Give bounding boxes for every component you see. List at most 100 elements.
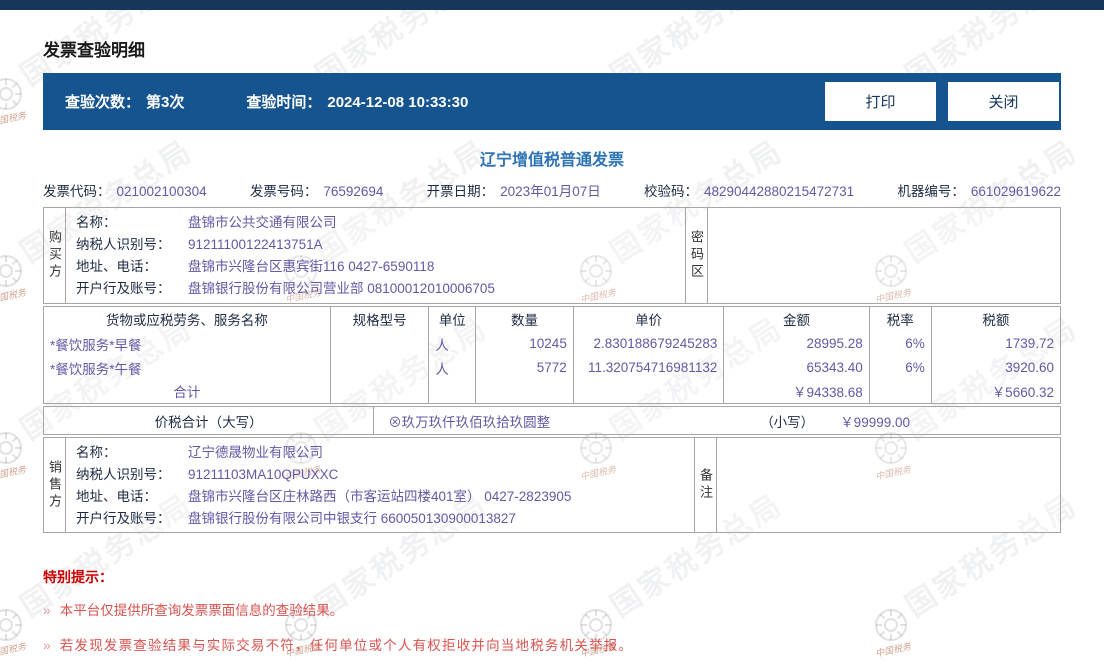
empty-cell: [428, 379, 477, 404]
tax-total-amount: ￥99999.00: [840, 414, 910, 430]
invoice-date: 开票日期： 2023年01月07日: [427, 180, 601, 200]
item-qty: 10245: [475, 331, 574, 356]
col-unit: 单位: [428, 306, 477, 332]
notice-bullet-text: 若发现发票查验结果与实际交易不符，任何单位或个人有权拒收并向当地税务机关举报。: [59, 638, 634, 653]
items-total-row: 合计 ￥94338.68 ￥5660.32: [43, 379, 1062, 404]
buyer-box: 购买方 名称： 盘锦市公共交通有限公司 纳税人识别号： 91211100122413…: [43, 207, 1061, 304]
item-row: *餐饮服务*午餐 人 5772 11.320754716981132 65343…: [43, 355, 1062, 380]
items-total-tax: ￥5660.32: [930, 379, 1062, 404]
seller-info: 名称： 辽宁德晟物业有限公司 纳税人识别号： 91211103MA10QPUXXC …: [66, 438, 695, 532]
seller-name-value: 辽宁德晟物业有限公司: [188, 444, 323, 460]
chevron-bullet-icon: »: [43, 637, 51, 653]
buyer-name-row: 名称： 盘锦市公共交通有限公司: [76, 212, 675, 233]
check-code-label: 校验码：: [643, 184, 698, 199]
items-total-amount: ￥94338.68: [723, 379, 870, 404]
item-price: 11.320754716981132: [572, 355, 725, 380]
item-tax: 3920.60: [930, 355, 1062, 380]
items-header-row: 货物或应税劳务、服务名称 规格型号 单位 数量 单价 金额 税率 税额: [43, 306, 1062, 332]
tax-total-row: 价税合计（大写） ⊗玖万玖仟玖佰玖拾玖圆整 （小写） ￥99999.00: [43, 406, 1061, 435]
seller-bank-row: 开户行及账号： 盘锦银行股份有限公司中银支行 660050130900013827: [76, 508, 684, 529]
item-name: *餐饮服务*午餐: [43, 355, 331, 380]
buyer-name-label: 名称：: [76, 214, 117, 230]
chevron-bullet-icon: »: [43, 602, 51, 618]
invoice-title: 辽宁增值税普通发票: [479, 152, 624, 169]
col-price: 单价: [572, 306, 725, 332]
seller-side-text: 销售方: [47, 459, 62, 511]
seller-address-label: 地址、电话：: [76, 488, 157, 504]
machine-number-label: 机器编号：: [897, 184, 965, 199]
tax-total-uppercase: ⊗玖万玖仟玖佰玖拾玖圆整: [388, 414, 551, 430]
remark-area: [717, 438, 1060, 532]
invoice-date-value: 2023年01月07日: [500, 184, 601, 199]
seller-box: 销售方 名称： 辽宁德晟物业有限公司 纳税人识别号： 91211103MA10QPU…: [43, 437, 1061, 533]
machine-number: 机器编号： 661029619622: [897, 180, 1061, 200]
buyer-taxid-row: 纳税人识别号： 91211100122413751A: [76, 234, 675, 255]
buyer-taxid-value: 91211100122413751A: [188, 236, 323, 252]
check-code-value: 48290442880215472731: [703, 184, 855, 199]
item-amount: 65343.40: [723, 355, 870, 380]
buyer-address-value: 盘锦市兴隆台区惠宾街116 0427-6590118: [188, 259, 435, 275]
seller-name-label: 名称：: [76, 444, 117, 460]
invoice-code-label: 发票代码：: [43, 184, 111, 199]
buyer-side-label: 购买方: [44, 208, 66, 303]
notice-bullet: » 本平台仅提供所查询发票票面信息的查验结果。: [43, 599, 1061, 619]
check-time: 查验时间： 2024-12-08 10:33:30: [246, 91, 468, 112]
notice-bullet: » 若发现发票查验结果与实际交易不符，任何单位或个人有权拒收并向当地税务机关举报…: [43, 634, 1061, 654]
empty-cell: [868, 379, 932, 404]
item-rate: 6%: [868, 355, 932, 380]
item-price: 2.830188679245283: [572, 331, 725, 356]
check-count-value: 第3次: [146, 94, 185, 111]
item-name: *餐饮服务*早餐: [43, 331, 331, 356]
check-time-label: 查验时间：: [246, 94, 322, 111]
check-time-value: 2024-12-08 10:33:30: [327, 94, 469, 111]
invoice-number: 发票号码： 76592694: [250, 180, 384, 200]
seller-bank-value: 盘锦银行股份有限公司中银支行 660050130900013827: [188, 510, 516, 526]
seller-address-row: 地址、电话： 盘锦市兴隆台区庄林路西（市客运站四楼401室） 0427-28239…: [76, 486, 684, 507]
invoice-number-value: 76592694: [323, 184, 384, 199]
check-code: 校验码： 48290442880215472731: [644, 180, 854, 200]
buyer-side-text: 购买方: [47, 230, 62, 281]
empty-cell: [572, 379, 725, 404]
seller-taxid-value: 91211103MA10QPUXXC: [188, 466, 339, 482]
page-content: 发票查验明细 查验次数： 第3次 查验时间： 2024-12-08 10:33:30…: [0, 36, 1104, 654]
verify-toolbar: 查验次数： 第3次 查验时间： 2024-12-08 10:33:30 打印 关闭: [43, 73, 1061, 130]
page-title: 发票查验明细: [43, 41, 145, 60]
col-qty: 数量: [475, 306, 574, 332]
notice-bullet-text: 本平台仅提供所查询发票票面信息的查验结果。: [59, 603, 344, 618]
close-button[interactable]: 关闭: [948, 82, 1059, 121]
item-amount: 28995.28: [723, 331, 870, 356]
items-table: 货物或应税劳务、服务名称 规格型号 单位 数量 单价 金额 税率 税额 *餐饮服…: [43, 306, 1062, 404]
check-count-label: 查验次数：: [65, 94, 141, 111]
machine-number-value: 661029619622: [970, 184, 1061, 199]
buyer-address-label: 地址、电话：: [76, 259, 157, 275]
seller-taxid-row: 纳税人识别号： 91211103MA10QPUXXC: [76, 464, 684, 485]
password-side-label: 密码区: [686, 208, 708, 303]
item-unit: 人: [428, 331, 477, 356]
top-navy-bar: [0, 0, 1104, 10]
tax-total-small-label: （小写）: [760, 414, 815, 430]
item-tax: 1739.72: [930, 331, 1062, 356]
seller-name-row: 名称： 辽宁德晟物业有限公司: [76, 442, 684, 463]
tax-total-values: ⊗玖万玖仟玖佰玖拾玖圆整 （小写） ￥99999.00: [374, 407, 1060, 434]
check-count: 查验次数： 第3次: [65, 91, 184, 112]
seller-side-label: 销售方: [44, 438, 66, 532]
item-spec: [329, 355, 430, 380]
buyer-taxid-label: 纳税人识别号：: [76, 236, 171, 252]
password-area: [708, 208, 1060, 303]
buyer-bank-row: 开户行及账号： 盘锦银行股份有限公司营业部 08100012010006705: [76, 278, 675, 299]
seller-address-value: 盘锦市兴隆台区庄林路西（市客运站四楼401室） 0427-2823905: [188, 488, 572, 504]
invoice-number-label: 发票号码：: [249, 184, 318, 199]
invoice-date-label: 开票日期：: [426, 184, 495, 199]
buyer-info: 名称： 盘锦市公共交通有限公司 纳税人识别号： 91211100122413751A…: [66, 208, 686, 303]
print-button[interactable]: 打印: [825, 82, 936, 121]
item-spec: [329, 331, 430, 356]
item-qty: 5772: [475, 355, 574, 380]
buyer-address-row: 地址、电话： 盘锦市兴隆台区惠宾街116 0427-6590118: [76, 256, 675, 277]
invoice-meta-row: 发票代码： 021002100304 发票号码： 76592694 开票日期： 202…: [43, 180, 1061, 200]
empty-cell: [329, 379, 430, 404]
buyer-bank-value: 盘锦银行股份有限公司营业部 08100012010006705: [188, 281, 495, 297]
remark-side-label: 备注: [695, 438, 717, 532]
remark-side-text: 备注: [698, 468, 713, 502]
col-rate: 税率: [868, 306, 932, 332]
notice-title: 特别提示：: [43, 569, 113, 585]
